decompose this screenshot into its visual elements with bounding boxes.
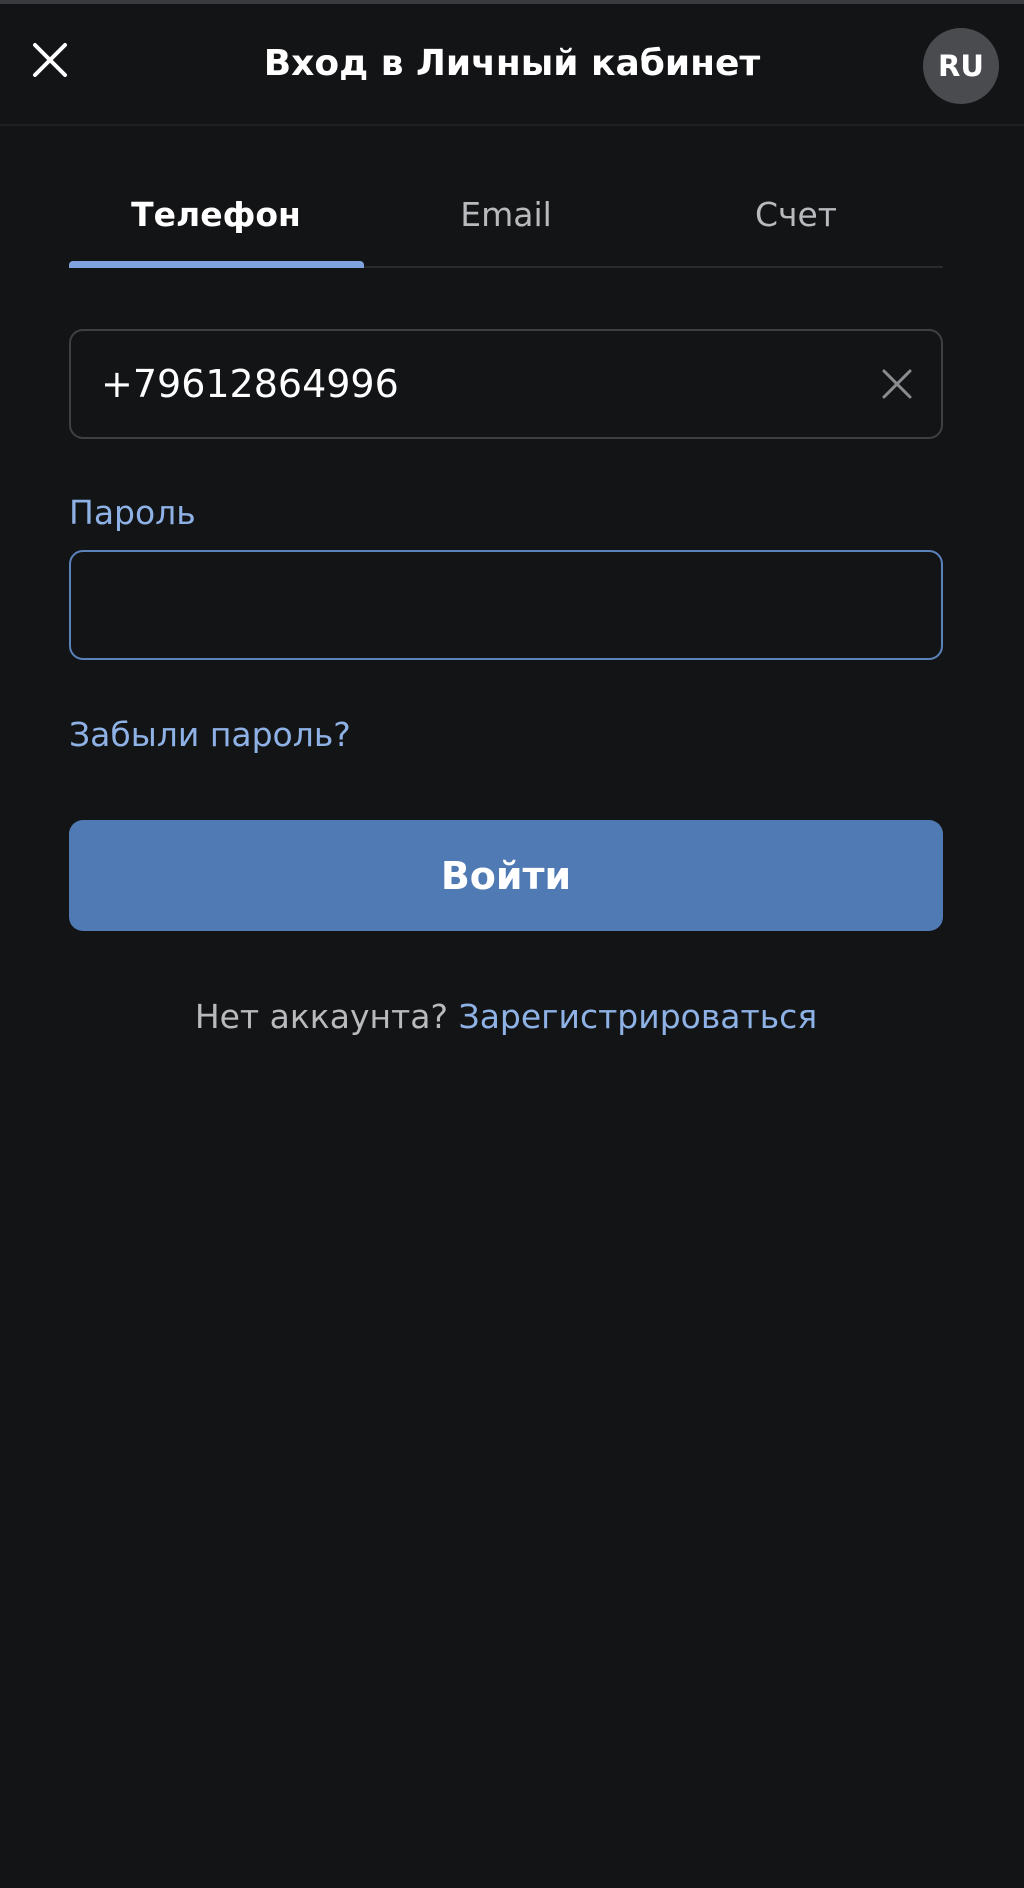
login-method-tabs: Телефон Email Счет	[69, 170, 943, 268]
login-screen: Вход в Личный кабинет RU Телефон Email С…	[0, 0, 1024, 1888]
page-title: Вход в Личный кабинет	[263, 43, 761, 84]
header: Вход в Личный кабинет RU	[0, 4, 1024, 126]
password-label: Пароль	[69, 493, 196, 532]
password-input[interactable]	[101, 552, 901, 658]
no-account-text: Нет аккаунта?	[194, 997, 449, 1036]
clear-phone-button[interactable]	[877, 364, 917, 404]
language-button[interactable]: RU	[923, 28, 999, 104]
signup-link[interactable]: Зарегистрироваться	[459, 997, 818, 1036]
tab-email[interactable]: Email	[359, 170, 653, 266]
forgot-password-link[interactable]: Забыли пароль?	[69, 710, 351, 760]
password-field	[69, 550, 943, 660]
active-tab-indicator	[69, 261, 364, 268]
close-button[interactable]	[20, 30, 80, 90]
tab-account[interactable]: Счет	[649, 170, 943, 266]
login-button[interactable]: Войти	[69, 820, 943, 931]
close-icon	[33, 43, 67, 77]
phone-input[interactable]	[101, 331, 821, 437]
signup-row: Нет аккаунта? Зарегистрироваться	[69, 992, 943, 1042]
clear-icon	[882, 369, 912, 399]
tab-phone[interactable]: Телефон	[69, 170, 363, 266]
phone-field	[69, 329, 943, 439]
